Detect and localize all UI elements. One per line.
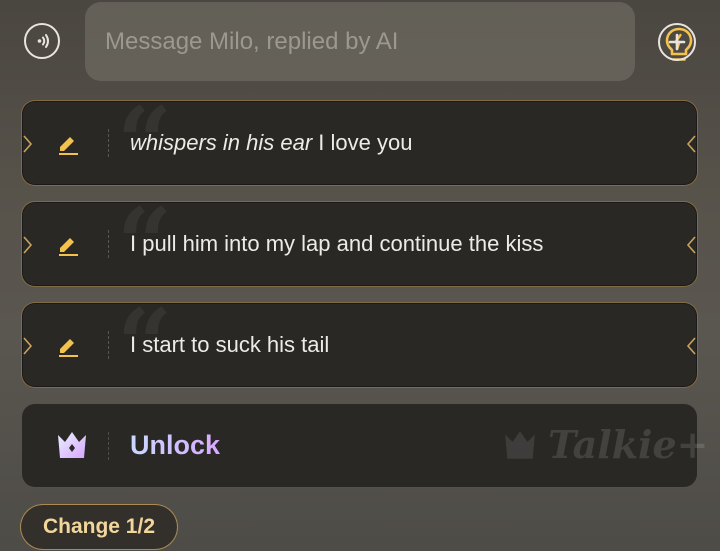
add-button[interactable] bbox=[658, 23, 696, 61]
suggestion-text: whispers in his ear I love you bbox=[130, 130, 412, 156]
composer-bar: Message Milo, replied by AI bbox=[0, 0, 720, 90]
suggestion-text: I pull him into my lap and continue the … bbox=[130, 231, 543, 257]
pencil-icon[interactable] bbox=[56, 232, 80, 256]
suggestion-action-text: whispers in his ear bbox=[130, 130, 313, 155]
card-left-ornament-icon bbox=[23, 236, 33, 254]
card-divider bbox=[108, 432, 109, 460]
pencil-icon[interactable] bbox=[56, 333, 80, 357]
suggestion-card[interactable]: “ I start to suck his tail bbox=[21, 297, 698, 393]
suggestion-card[interactable]: “ whispers in his ear I love you bbox=[21, 95, 698, 191]
voice-icon bbox=[37, 34, 49, 48]
plus-icon bbox=[668, 33, 686, 51]
card-divider bbox=[108, 331, 109, 359]
suggestion-spoken-text: I start to suck his tail bbox=[130, 332, 330, 357]
talkie-plus-watermark: Talkie+ bbox=[548, 422, 709, 467]
card-right-ornament-icon bbox=[686, 135, 696, 153]
suggestion-spoken-text: I pull him into my lap and continue the … bbox=[130, 231, 544, 256]
suggestion-card[interactable]: “ I pull him into my lap and continue th… bbox=[21, 196, 698, 292]
suggestion-spoken-text: I love you bbox=[312, 130, 413, 155]
voice-mode-button[interactable] bbox=[24, 23, 60, 59]
change-suggestions-button[interactable]: Change 1/2 bbox=[20, 504, 178, 550]
message-placeholder: Message Milo, replied by AI bbox=[105, 28, 399, 55]
card-right-ornament-icon bbox=[686, 236, 696, 254]
watermark-crown-icon bbox=[505, 431, 535, 459]
card-divider bbox=[108, 129, 109, 157]
change-label: Change 1/2 bbox=[42, 515, 156, 538]
card-left-ornament-icon bbox=[23, 337, 33, 355]
unlock-card[interactable]: Unlock Talkie+ bbox=[21, 403, 708, 488]
suggestion-text: I start to suck his tail bbox=[130, 332, 329, 358]
card-divider bbox=[108, 230, 109, 258]
crown-icon bbox=[58, 432, 86, 458]
card-right-ornament-icon bbox=[686, 337, 696, 355]
unlock-label: Unlock bbox=[130, 430, 221, 460]
message-input[interactable]: Message Milo, replied by AI bbox=[85, 2, 693, 81]
card-left-ornament-icon bbox=[23, 135, 33, 153]
pencil-icon[interactable] bbox=[56, 131, 80, 155]
